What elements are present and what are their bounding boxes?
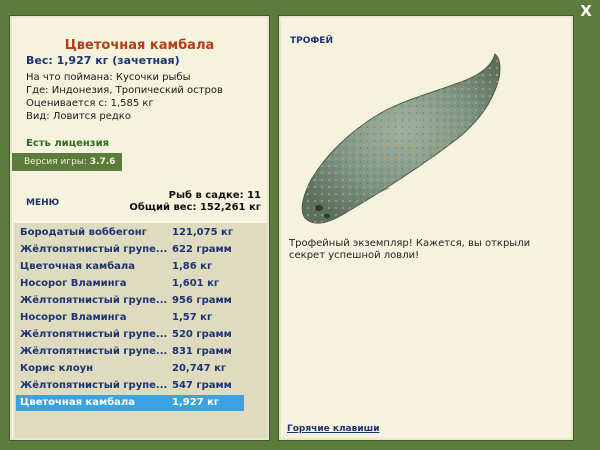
catch-fish-weight: 121,075 кг <box>172 227 234 238</box>
catch-fish-name: Цветочная камбала <box>20 261 135 272</box>
catch-fish-name: Цветочная камбала <box>20 397 135 408</box>
catch-list-row[interactable]: Жёлтопятнистый групе... 956 грамм <box>16 293 244 309</box>
kind-text: Вид: Ловится редко <box>26 111 131 122</box>
fish-title: Цветочная камбала <box>64 38 215 53</box>
version-label: Версия игры: <box>24 157 87 167</box>
catch-fish-name: Носорог Вламинга <box>20 312 127 323</box>
fish-count: Рыб в садке: 11 <box>168 190 261 201</box>
value-text: Оценивается с: 1,585 кг <box>26 98 154 109</box>
catch-fish-weight: 20,747 кг <box>172 363 227 374</box>
catch-list-row[interactable]: Жёлтопятнистый групе... 831 грамм <box>16 344 244 360</box>
catch-list-row[interactable]: Бородатый воббегонг 121,075 кг <box>16 225 244 241</box>
catch-fish-name: Корис клоун <box>20 363 94 374</box>
catch-fish-name: Жёлтопятнистый групе... <box>20 295 168 306</box>
flounder-fish-image <box>301 53 501 224</box>
catch-list-row[interactable]: Жёлтопятнистый групе... 547 грамм <box>16 378 244 394</box>
trophy-heading: ТРОФЕЙ <box>290 36 333 46</box>
catch-fish-weight: 1,57 кг <box>172 312 213 323</box>
catch-fish-weight: 547 грамм <box>172 380 232 391</box>
catch-list-row[interactable]: Жёлтопятнистый групе... 622 грамм <box>16 242 244 258</box>
fish-info-panel: Цветочная камбала Вес: 1,927 кг (зачетна… <box>10 16 269 440</box>
total-weight: Общий вес: 152,261 кг <box>129 202 261 213</box>
catch-list-row[interactable]: Цветочная камбала 1,86 кг <box>16 259 244 275</box>
catch-fish-name: Жёлтопятнистый групе... <box>20 346 168 357</box>
catch-fish-name: Жёлтопятнистый групе... <box>20 380 168 391</box>
fish-details: На что поймана: Кусочки рыбы Где: Индоне… <box>26 71 223 123</box>
catch-fish-weight: 622 грамм <box>172 244 232 255</box>
catch-fish-weight: 831 грамм <box>172 346 232 357</box>
catch-fish-weight: 956 грамм <box>172 295 232 306</box>
location-text: Где: Индонезия, Тропический остров <box>26 85 223 96</box>
menu-button[interactable]: МЕНЮ <box>26 198 59 208</box>
catch-list[interactable]: Бородатый воббегонг 121,075 кг Жёлтопятнис… <box>14 223 267 438</box>
catch-list-row[interactable]: Жёлтопятнистый групе... 520 грамм <box>16 327 244 343</box>
catch-fish-name: Жёлтопятнистый групе... <box>20 329 168 340</box>
catch-list-row[interactable]: Корис клоун 20,747 кг <box>16 361 244 377</box>
catch-fish-name: Носорог Вламинга <box>20 278 127 289</box>
bait-text: На что поймана: Кусочки рыбы <box>26 72 191 83</box>
close-button[interactable]: X <box>578 3 594 19</box>
version-value: 3.7.6 <box>89 157 116 167</box>
catch-fish-weight: 520 грамм <box>172 329 232 340</box>
catch-list-row[interactable]: Носорог Вламинга 1,601 кг <box>16 276 244 292</box>
catch-fish-weight: 1,927 кг <box>172 397 220 408</box>
fish-weight: Вес: 1,927 кг (зачетная) <box>26 54 180 67</box>
catch-fish-name: Бородатый воббегонг <box>20 227 147 238</box>
catch-list-row[interactable]: Носорог Вламинга 1,57 кг <box>16 310 244 326</box>
hotkeys-link[interactable]: Горячие клавиши <box>287 424 380 434</box>
catch-fish-weight: 1,601 кг <box>172 278 220 289</box>
catch-list-row[interactable]: Цветочная камбала 1,927 кг <box>16 395 244 411</box>
catch-fish-name: Жёлтопятнистый групе... <box>20 244 168 255</box>
trophy-description: Трофейный экземпляр! Кажется, вы открыли… <box>289 238 531 261</box>
license-status: Есть лицензия <box>26 138 110 149</box>
version-badge: Версия игры: 3.7.6 <box>12 153 122 171</box>
catch-fish-weight: 1,86 кг <box>172 261 213 272</box>
catch-stats: Рыб в садке: 11 Общий вес: 152,261 кг <box>129 190 261 214</box>
trophy-panel: ТРОФЕЙ Трофейный экземпляр! Кажется, вы … <box>279 16 573 440</box>
